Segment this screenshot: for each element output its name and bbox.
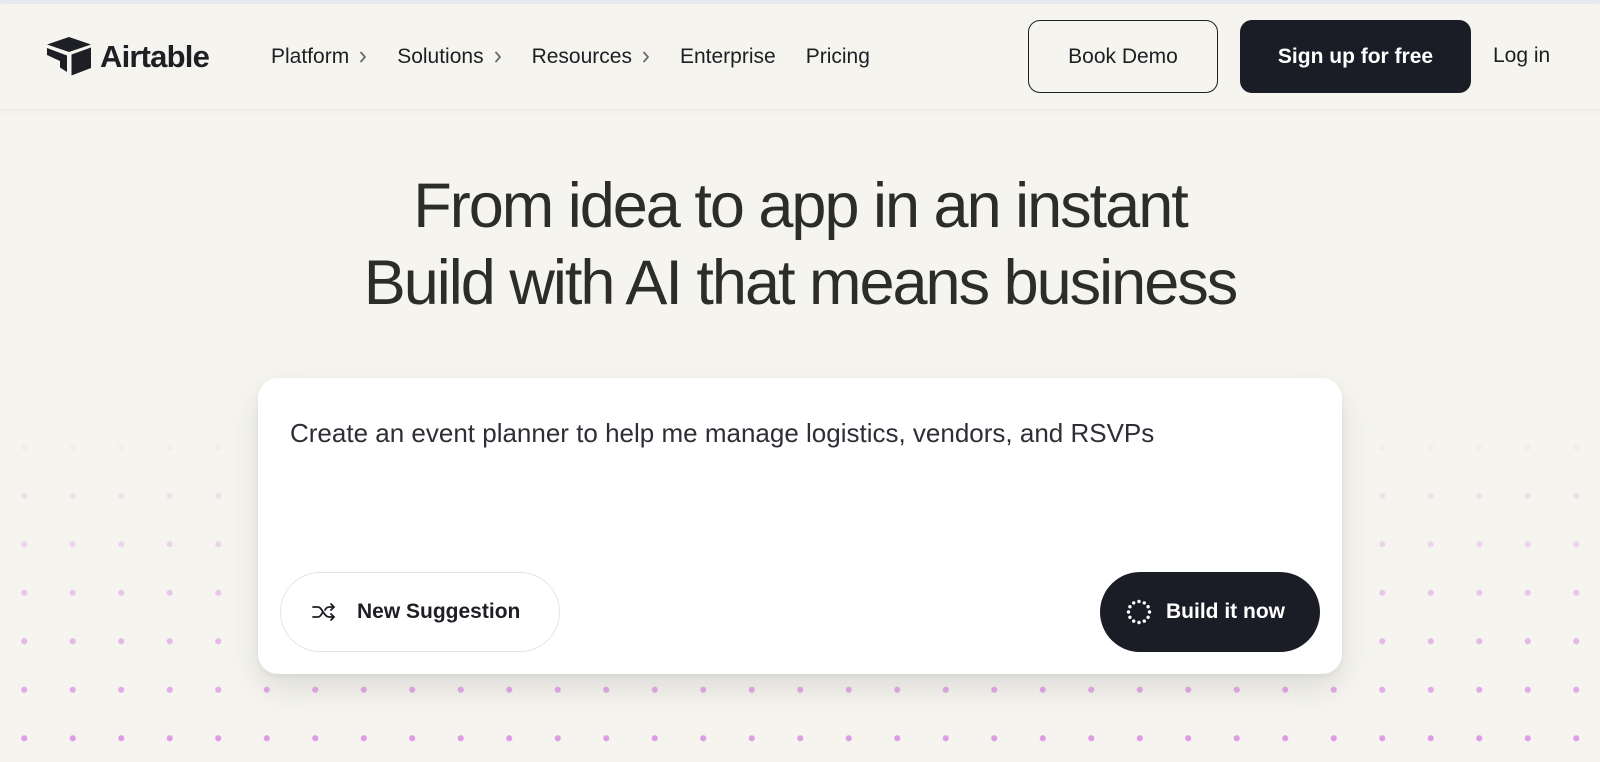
book-demo-button[interactable]: Book Demo [1028,20,1218,93]
chevron-right-icon [642,51,650,63]
main-nav: Platform Solutions Resources Enterprise … [271,4,900,110]
site-header: Airtable Platform Solutions Resources En… [0,4,1600,110]
hero-line-1: From idea to app in an instant [413,171,1189,241]
prompt-card: Create an event planner to help me manag… [258,378,1342,674]
airtable-logo-icon [46,37,92,77]
nav-item-label: Resources [531,45,632,68]
hero-headline: From idea to app in an instant Build wit… [0,168,1600,322]
new-suggestion-button[interactable]: New Suggestion [280,572,560,652]
nav-item-enterprise[interactable]: Enterprise [680,45,776,69]
brand-name: Airtable [100,39,210,74]
build-it-now-label: Build it now [1166,600,1285,623]
nav-item-label: Solutions [397,45,484,68]
nav-item-pricing[interactable]: Pricing [806,45,870,69]
build-it-now-button[interactable]: Build it now [1100,572,1320,652]
nav-item-solutions[interactable]: Solutions [397,45,501,69]
nav-item-platform[interactable]: Platform [271,45,367,69]
nav-item-label: Platform [271,45,350,68]
brand-logo-link[interactable]: Airtable [46,37,210,77]
chevron-right-icon [494,51,502,63]
hero-line-2: Build with AI that means business [363,248,1239,318]
nav-item-label: Pricing [805,45,870,68]
chevron-right-icon [359,51,367,63]
nav-item-label: Enterprise [679,45,776,68]
new-suggestion-label: New Suggestion [357,600,521,623]
prompt-input[interactable]: Create an event planner to help me manag… [290,418,1154,449]
sparkle-ring-icon [1126,599,1152,625]
shuffle-icon [311,602,337,622]
login-link[interactable]: Log in [1493,44,1550,68]
nav-item-resources[interactable]: Resources [532,45,650,69]
signup-button[interactable]: Sign up for free [1240,20,1471,93]
